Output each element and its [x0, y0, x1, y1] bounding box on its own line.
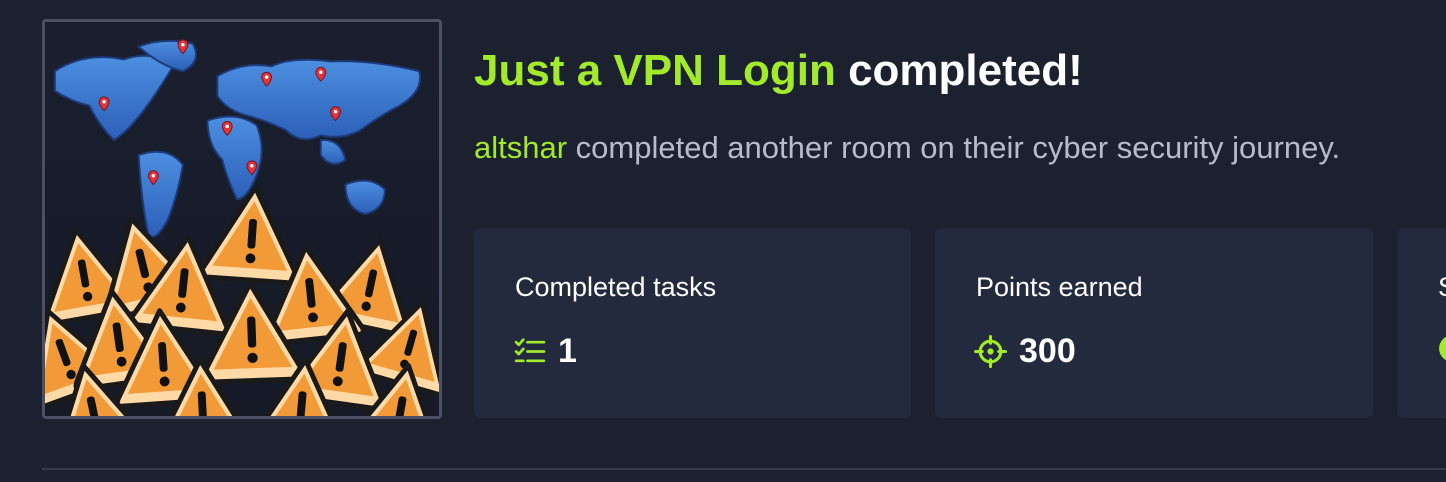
- streak-card: S: [1397, 228, 1446, 418]
- completion-message: altshar completed another room on their …: [474, 130, 1340, 166]
- divider: [42, 468, 1446, 470]
- points-earned-value: 300: [1019, 332, 1076, 370]
- card-label: S: [1438, 272, 1446, 303]
- target-icon: [974, 335, 1007, 368]
- card-label: Completed tasks: [515, 272, 717, 302]
- circle-icon: [1439, 336, 1446, 361]
- room-image: [42, 19, 442, 419]
- completed-label: completed!: [848, 46, 1083, 95]
- card-label: Points earned: [976, 272, 1143, 302]
- completed-tasks-card: Completed tasks 1: [474, 228, 911, 418]
- username-link[interactable]: altshar: [474, 130, 567, 165]
- page-title: Just a VPN Login completed!: [474, 46, 1083, 96]
- completed-tasks-value: 1: [558, 332, 577, 370]
- checklist-icon: [514, 338, 546, 363]
- completion-text: completed another room on their cyber se…: [575, 130, 1341, 165]
- points-earned-card: Points earned 300: [935, 228, 1373, 418]
- room-name-link[interactable]: Just a VPN Login: [474, 46, 836, 95]
